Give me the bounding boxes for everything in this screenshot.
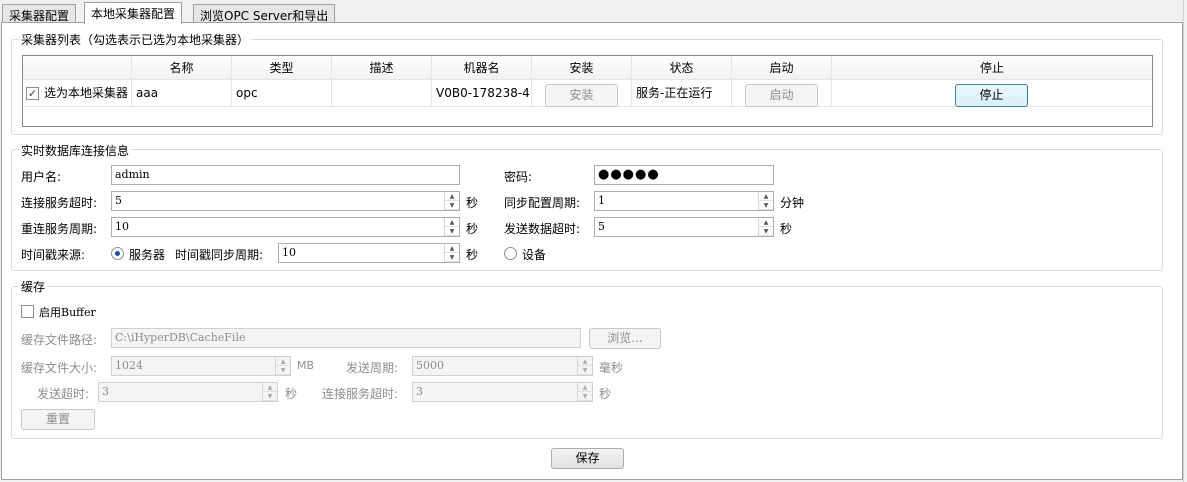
- spin-arrows-icon[interactable]: ▲ ▼: [275, 357, 290, 375]
- spin-arrows-icon[interactable]: ▲ ▼: [577, 383, 592, 401]
- username-value: admin: [115, 168, 150, 181]
- cache-conn-timeout-unit: 秒: [599, 387, 612, 401]
- local-collector-checkbox[interactable]: ✓: [26, 87, 39, 100]
- spin-arrows-icon[interactable]: ▲ ▼: [444, 218, 459, 236]
- conn-timeout-spinbox[interactable]: 5 ▲ ▼: [111, 191, 460, 211]
- reconnect-value: 10: [115, 220, 129, 233]
- cache-send-timeout-spinbox[interactable]: 3 ▲ ▼: [98, 382, 278, 402]
- spin-arrows-icon[interactable]: ▲ ▼: [577, 357, 592, 375]
- reconnect-spinbox[interactable]: 10 ▲ ▼: [111, 217, 460, 237]
- cache-conn-timeout-label: 连接服务超时:: [322, 387, 399, 401]
- table-header-install: 安装: [532, 56, 632, 80]
- send-timeout-label: 发送数据超时:: [504, 222, 581, 236]
- cell-status: 服务-正在运行: [632, 80, 732, 107]
- send-timeout-unit: 秒: [780, 222, 793, 236]
- ts-sync-unit: 秒: [466, 248, 479, 262]
- table-header-select: [23, 56, 132, 80]
- table-row: ✓ 选为本地采集器: [23, 80, 132, 107]
- cell-type: opc: [232, 80, 332, 107]
- ts-device-label: 设备: [522, 248, 547, 262]
- send-timeout-value: 5: [598, 220, 605, 233]
- cache-path-field[interactable]: C:\iHyperDB\CacheFile: [111, 328, 581, 348]
- conn-timeout-label: 连接服务超时:: [21, 196, 98, 210]
- reconnect-label: 重连服务周期:: [21, 222, 98, 236]
- username-field[interactable]: admin: [111, 165, 460, 185]
- tab-browse-opc-export[interactable]: 浏览OPC Server和导出: [193, 4, 336, 23]
- table-header-status: 状态: [632, 56, 732, 80]
- cache-size-value: 1024: [115, 359, 143, 372]
- cache-title: 缓存: [19, 278, 48, 295]
- conn-timeout-unit: 秒: [466, 196, 479, 210]
- table-header-machine: 机器名: [432, 56, 532, 80]
- spin-arrows-icon[interactable]: ▲ ▼: [758, 192, 773, 210]
- password-mask: ●●●●●: [598, 167, 660, 182]
- cache-size-unit: MB: [297, 359, 315, 372]
- sync-period-spinbox[interactable]: 1 ▲ ▼: [594, 191, 774, 211]
- conn-timeout-value: 5: [115, 194, 122, 207]
- save-button[interactable]: 保存: [551, 448, 624, 469]
- send-period-label: 发送周期:: [346, 361, 399, 375]
- start-button[interactable]: 启动: [745, 84, 818, 107]
- username-label: 用户名:: [21, 170, 62, 184]
- browse-button[interactable]: 浏览...: [589, 328, 661, 349]
- tab-local-collector-config[interactable]: 本地采集器配置: [84, 2, 183, 24]
- table-header-start: 启动: [732, 56, 832, 80]
- cache-path-value: C:\iHyperDB\CacheFile: [115, 331, 246, 344]
- sync-period-value: 1: [598, 194, 605, 207]
- table-header-name: 名称: [132, 56, 232, 80]
- install-button[interactable]: 安装: [545, 84, 618, 107]
- window-edge: [1183, 0, 1187, 482]
- spin-arrows-icon[interactable]: ▲ ▼: [444, 244, 459, 262]
- ts-sync-label: 时间戳同步周期:: [175, 248, 264, 262]
- send-period-unit: 毫秒: [599, 361, 624, 375]
- ts-source-label: 时间戳来源:: [21, 248, 86, 262]
- ts-sync-spinbox[interactable]: 10 ▲ ▼: [278, 243, 460, 263]
- spin-arrows-icon[interactable]: ▲ ▼: [758, 218, 773, 236]
- password-field[interactable]: ●●●●●: [594, 165, 774, 185]
- ts-device-radio[interactable]: [504, 247, 517, 260]
- sync-period-label: 同步配置周期:: [504, 196, 581, 210]
- ts-sync-value: 10: [282, 246, 296, 259]
- cell-machine: V0B0-178238-4: [432, 80, 532, 107]
- table-header-stop: 停止: [832, 56, 1152, 80]
- rtdb-title: 实时数据库连接信息: [19, 142, 132, 159]
- enable-buffer-checkbox[interactable]: [21, 305, 34, 318]
- cache-send-timeout-label: 发送超时:: [37, 387, 90, 401]
- cache-size-spinbox[interactable]: 1024 ▲ ▼: [111, 356, 291, 376]
- cache-conn-timeout-value: 3: [416, 385, 423, 398]
- reset-button[interactable]: 重置: [21, 409, 95, 430]
- send-period-spinbox[interactable]: 5000 ▲ ▼: [412, 356, 593, 376]
- ts-server-label: 服务器: [129, 248, 166, 262]
- ts-server-radio[interactable]: [111, 247, 124, 260]
- enable-buffer-label: 启用Buffer: [39, 306, 96, 319]
- spin-arrows-icon[interactable]: ▲ ▼: [262, 383, 277, 401]
- tab-collector-config[interactable]: 采集器配置: [2, 4, 77, 23]
- cell-name: aaa: [132, 80, 232, 107]
- collector-list-title: 采集器列表（勾选表示已选为本地采集器）: [19, 31, 252, 48]
- local-collector-checkbox-label: 选为本地采集器: [44, 86, 129, 100]
- stop-button[interactable]: 停止: [955, 84, 1028, 107]
- cache-size-label: 缓存文件大小:: [21, 361, 98, 375]
- table-header-type: 类型: [232, 56, 332, 80]
- send-period-value: 5000: [416, 359, 444, 372]
- table-header-description: 描述: [332, 56, 432, 80]
- send-timeout-spinbox[interactable]: 5 ▲ ▼: [594, 217, 774, 237]
- sync-period-unit: 分钟: [780, 196, 805, 210]
- cache-path-label: 缓存文件路径:: [21, 333, 98, 347]
- reconnect-unit: 秒: [466, 222, 479, 236]
- cache-send-timeout-unit: 秒: [285, 387, 298, 401]
- cache-send-timeout-value: 3: [102, 385, 109, 398]
- password-label: 密码:: [504, 170, 533, 184]
- spin-arrows-icon[interactable]: ▲ ▼: [444, 192, 459, 210]
- cell-description: [332, 80, 432, 107]
- cache-conn-timeout-spinbox[interactable]: 3 ▲ ▼: [412, 382, 593, 402]
